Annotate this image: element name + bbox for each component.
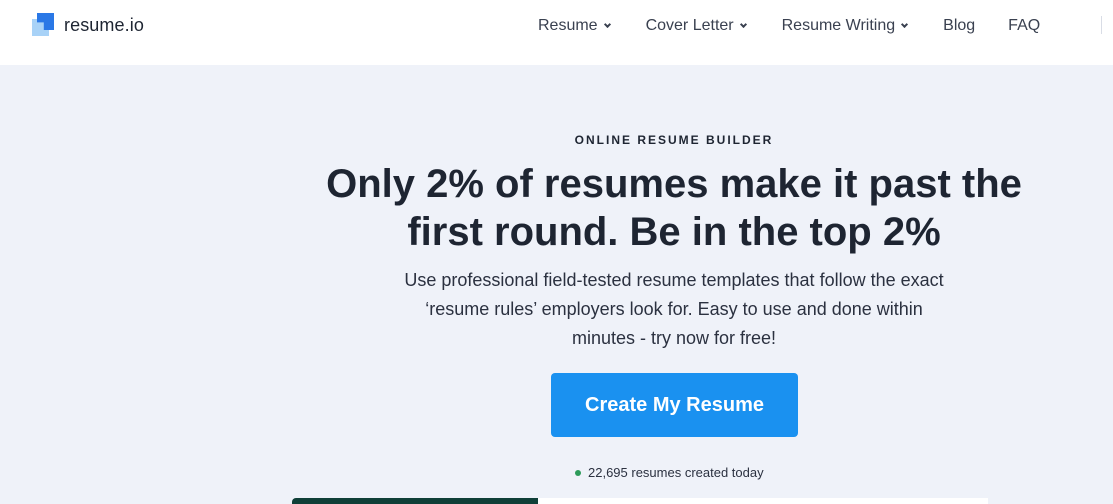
nav-item-cover-letter[interactable]: Cover Letter: [645, 17, 747, 35]
nav-item-resume-writing[interactable]: Resume Writing: [781, 17, 909, 35]
logo-text: resume.io: [64, 14, 144, 35]
resumes-created-counter: 22,695 resumes created today: [575, 465, 764, 480]
nav-divider: [1101, 16, 1102, 34]
nav-item-resume[interactable]: Resume: [538, 17, 611, 35]
resume-preview-dark-card: [292, 498, 538, 504]
nav-item-faq[interactable]: FAQ: [1008, 17, 1040, 35]
counter-text: 22,695 resumes created today: [588, 465, 764, 480]
nav-item-label: FAQ: [1008, 17, 1041, 34]
nav-item-label: Cover Letter: [645, 17, 734, 34]
live-status-dot-icon: [575, 469, 581, 476]
hero-subtext: Use professional field-tested resume tem…: [0, 266, 1113, 353]
chevron-down-icon: [739, 20, 747, 28]
nav-item-label: Resume Writing: [781, 17, 896, 34]
create-my-resume-button[interactable]: Create My Resume: [551, 373, 798, 437]
main-nav: Resume Cover Letter Resume Writing Blog …: [538, 0, 1076, 52]
nav-item-label: Resume: [538, 17, 598, 34]
subtext-line: Use professional field-tested resume tem…: [404, 270, 944, 290]
chevron-down-icon: [901, 20, 909, 28]
headline-line: Only 2% of resumes make it past the: [326, 162, 1022, 206]
subtext-line: minutes - try now for free!: [571, 328, 777, 348]
nav-item-blog[interactable]: Blog: [943, 17, 975, 35]
nav-item-label: Blog: [943, 17, 976, 34]
hero-eyebrow: ONLINE RESUME BUILDER: [574, 133, 774, 147]
headline-line: first round. Be in the top 2%: [407, 210, 941, 254]
hero-headline: Only 2% of resumes make it past the firs…: [0, 160, 1113, 256]
logo-link[interactable]: resume.io: [32, 13, 144, 37]
chevron-down-icon: [603, 20, 611, 28]
resume-preview-light-card: [538, 498, 988, 504]
site-header: resume.io Resume Cover Letter Resume Wri…: [0, 0, 1113, 65]
resume-io-logo-icon: [32, 13, 54, 37]
subtext-line: ‘resume rules’ employers look for. Easy …: [425, 299, 923, 319]
